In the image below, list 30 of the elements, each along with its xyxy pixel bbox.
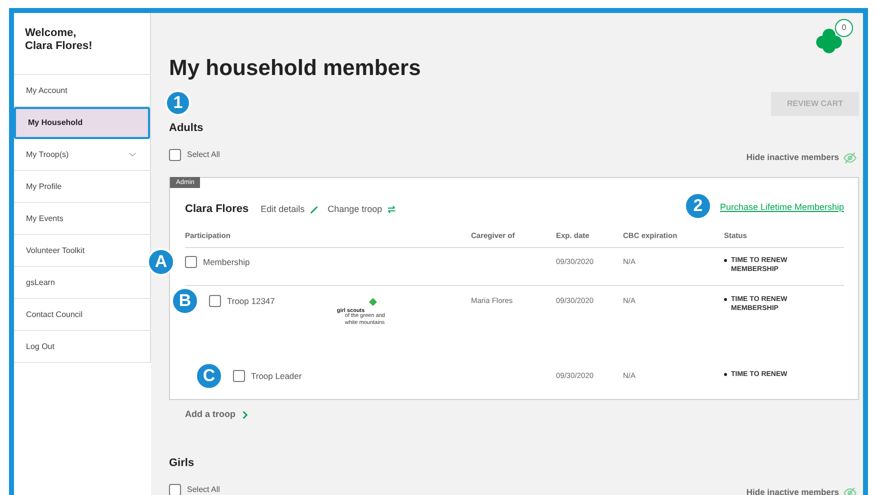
participation-label: Troop 12347 [227,294,275,308]
checkbox[interactable] [169,148,181,160]
trefoil-logo-icon [366,296,379,309]
checkbox[interactable] [169,484,181,495]
section-heading: Adults [169,121,204,136]
callout-badge: B [171,286,199,315]
checkbox[interactable] [233,370,245,382]
change-troop-link[interactable]: Change troop [328,202,382,216]
eye-slash-icon [843,150,857,164]
add-troop-link[interactable]: Add a troop [185,408,236,422]
cart-count: 0 [835,19,853,37]
callout-badge: C [195,362,223,390]
select-all-label[interactable]: Select All [187,484,220,495]
participation-label: Membership [203,256,250,268]
edit-details-link[interactable]: Edit details [260,202,305,216]
swap-arrows-icon [386,204,398,215]
select-all-label[interactable]: Select All [187,148,220,160]
trefoil-icon [815,27,843,55]
checkbox[interactable] [209,295,221,308]
pencil-icon [308,204,320,215]
page-title: My household members [169,54,421,82]
cart-button[interactable]: 0 [815,19,853,55]
checkbox[interactable] [185,256,197,268]
section-heading: Girls [169,456,196,472]
member-name: Clara Flores [185,202,249,218]
participation-label: Troop Leader [251,370,302,382]
callout-badge: 2 [684,192,712,220]
callout-badge: 1 [165,90,191,116]
sidebar-item[interactable]: My Household [14,107,150,139]
callout-badge: A [147,248,175,276]
